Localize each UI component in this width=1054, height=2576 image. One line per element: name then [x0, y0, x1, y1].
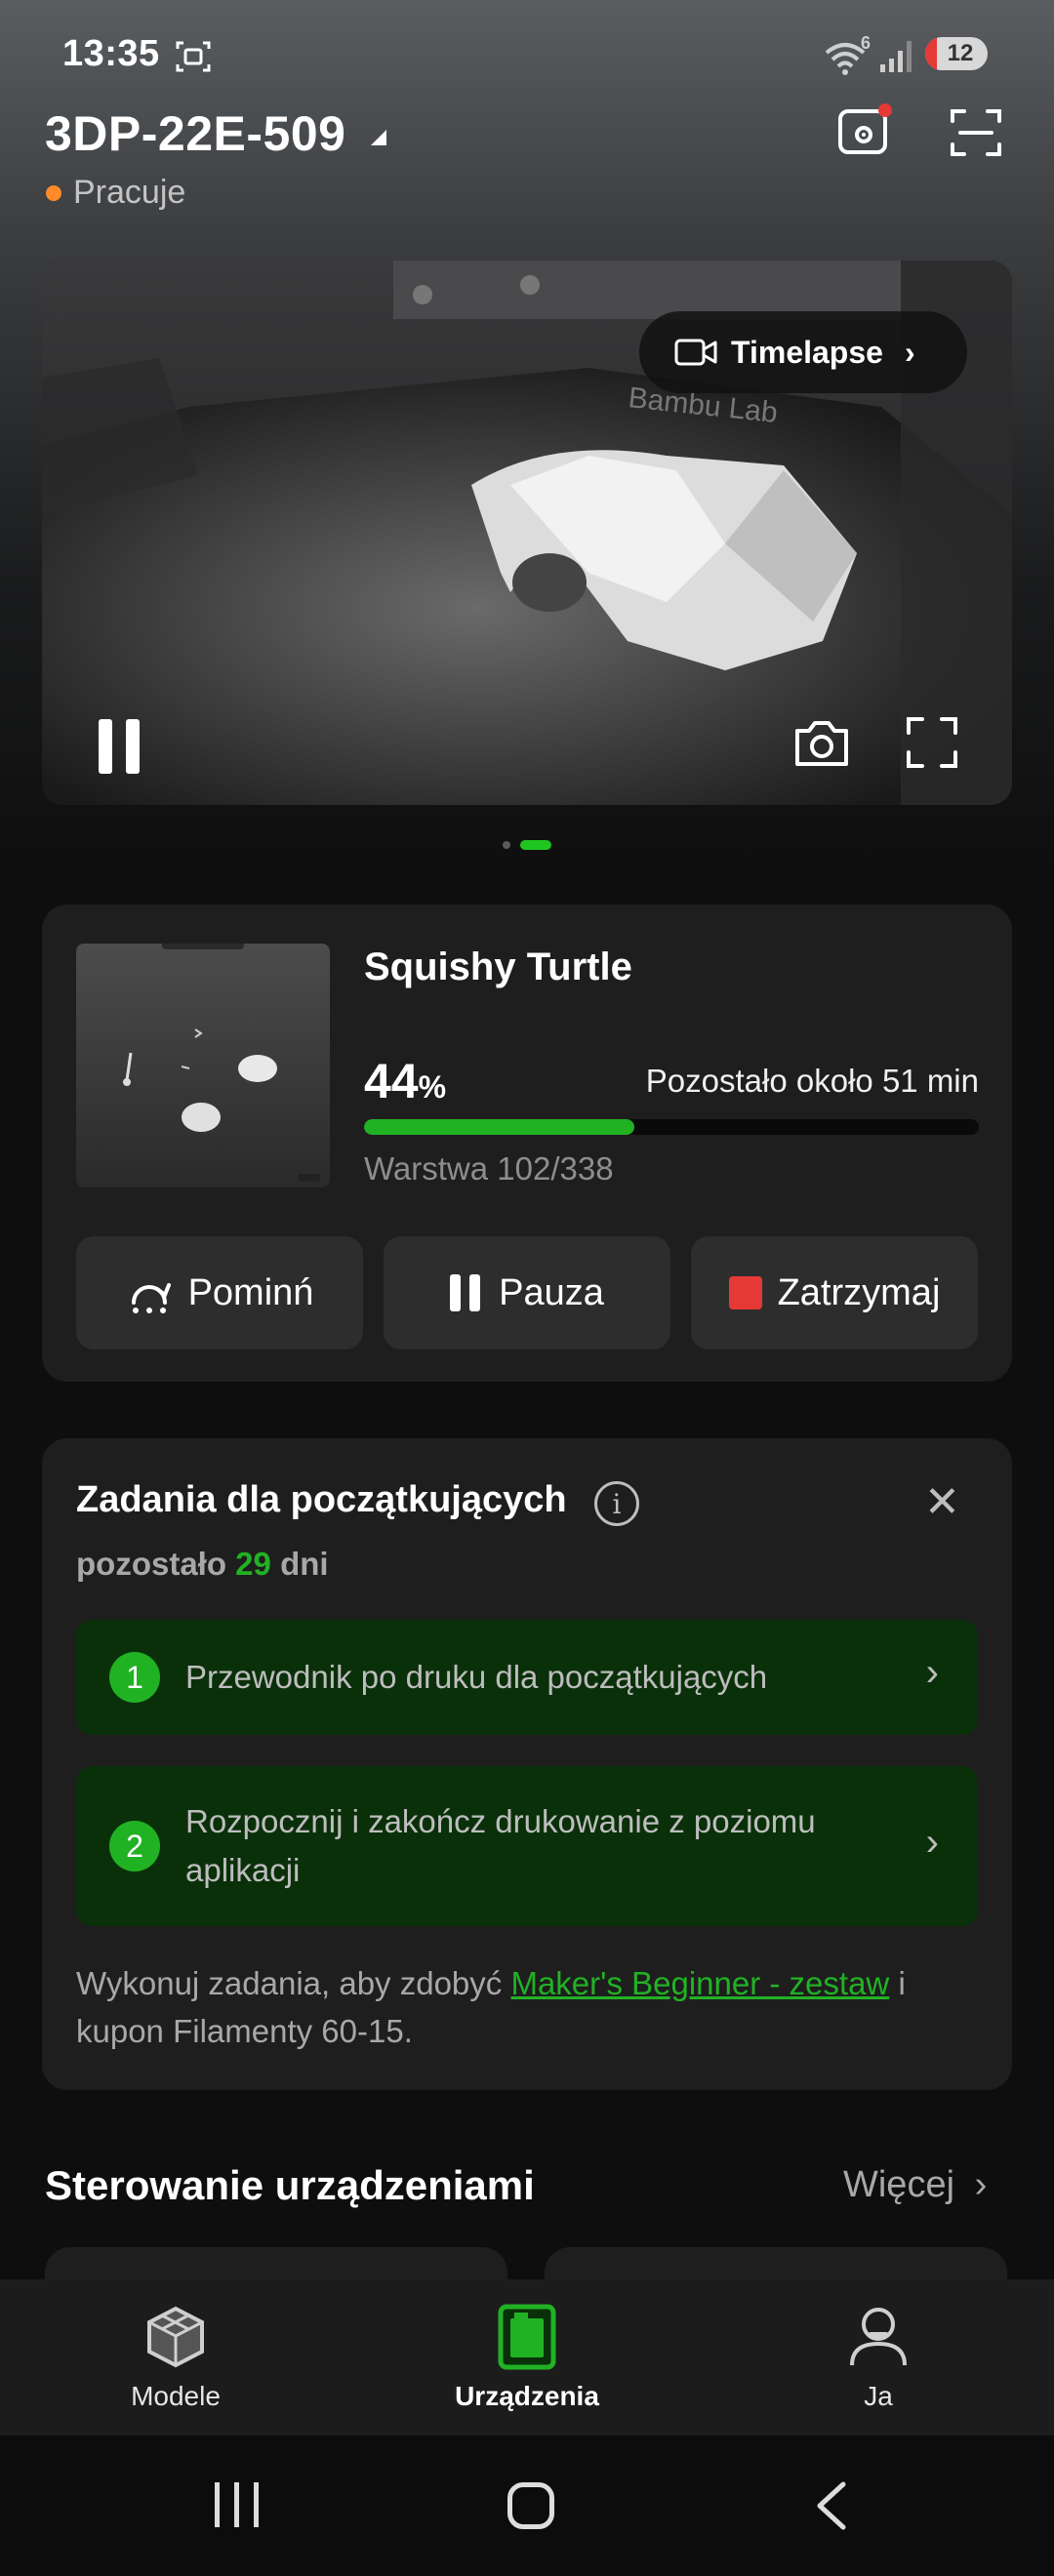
pause-label: Pauza [499, 1271, 604, 1313]
status-time: 13:35 [62, 33, 160, 74]
device-name-selector[interactable]: 3DP-22E-509 [45, 105, 345, 162]
screen-record-icon [174, 37, 213, 76]
remaining-days-count: 29 [235, 1546, 271, 1582]
signal-icon [878, 39, 913, 74]
camera-settings-icon[interactable] [834, 101, 893, 160]
status-dot [46, 185, 61, 201]
progress-unit: % [418, 1069, 447, 1105]
video-icon [674, 339, 717, 366]
task-item-1[interactable]: 1 Przewodnik po druku dla początkujących… [76, 1620, 978, 1735]
battery-level: 12 [947, 40, 974, 66]
task-label-line2: aplikacji [185, 1852, 301, 1888]
task-number: 2 [109, 1821, 160, 1872]
task-number: 1 [109, 1652, 160, 1703]
nav-item-devices[interactable]: Urządzenia [420, 2279, 634, 2435]
remaining-prefix: pozostało [76, 1546, 226, 1582]
device-status: Pracuje [73, 174, 186, 211]
task-label: Przewodnik po druku dla początkujących [185, 1659, 768, 1695]
scan-icon[interactable] [947, 103, 1005, 162]
reward-link[interactable]: Maker's Beginner - zestaw [510, 1965, 889, 2001]
progress-percent: 44% [364, 1053, 446, 1109]
chevron-right-icon: › [904, 334, 915, 370]
nav-label: Urządzenia [455, 2381, 599, 2411]
print-job-card: Squishy Turtle 44% Pozostało około 51 mi… [42, 905, 1012, 1382]
pager-dot[interactable] [503, 841, 510, 849]
tasks-title: Zadania dla początkujących [76, 1479, 567, 1520]
info-icon[interactable]: i [594, 1481, 639, 1526]
chevron-right-icon: › [925, 1821, 939, 1864]
nav-label: Modele [131, 2381, 221, 2411]
stop-icon [728, 1276, 762, 1309]
task-label: Rozpocznij i zakończ drukowanie z poziom… [185, 1797, 816, 1895]
skip-button[interactable]: Pominń [76, 1236, 363, 1349]
devices-icon [498, 2304, 556, 2370]
skip-label: Pominń [187, 1271, 314, 1313]
progress-bar-fill [364, 1119, 635, 1135]
more-link[interactable]: Więcej › [843, 2164, 987, 2206]
chevron-right-icon: › [925, 1651, 939, 1694]
timelapse-label: Timelapse [731, 334, 883, 370]
footer-suffix-1: i [898, 1965, 906, 2001]
pause-icon[interactable] [99, 719, 142, 774]
footer-suffix-2: kupon Filamenty 60-15. [76, 2013, 413, 2049]
models-icon [147, 2306, 204, 2368]
camera-view[interactable]: Bambu Lab Timelapse › [42, 261, 1012, 805]
system-navigation-bar [0, 2435, 1054, 2576]
task-label-line1: Rozpocznij i zakończ drukowanie z poziom… [185, 1803, 816, 1839]
more-label: Więcej [843, 2164, 955, 2205]
footer-prefix: Wykonuj zadania, aby zdobyć [76, 1965, 503, 2001]
nav-label: Ja [864, 2381, 893, 2411]
battery-icon: 12 [925, 37, 988, 70]
print-job-title: Squishy Turtle [364, 946, 632, 988]
home-icon[interactable] [507, 2482, 554, 2529]
profile-icon [850, 2308, 907, 2366]
timelapse-button[interactable]: Timelapse › [639, 311, 967, 393]
pause-button[interactable]: Pauza [384, 1236, 670, 1349]
nav-item-profile[interactable]: Ja [771, 2279, 986, 2435]
back-icon[interactable] [808, 2480, 857, 2531]
snapshot-icon[interactable] [791, 715, 852, 770]
stop-label: Zatrzymaj [777, 1271, 941, 1313]
progress-value: 44 [364, 1054, 419, 1108]
layer-counter: Warstwa 102/338 [364, 1150, 614, 1187]
skip-icon [131, 1283, 171, 1313]
progress-bar [364, 1119, 979, 1135]
stop-button[interactable]: Zatrzymaj [691, 1236, 978, 1349]
nav-item-models[interactable]: Modele [68, 2279, 283, 2435]
fullscreen-icon[interactable] [905, 715, 959, 770]
print-thumbnail [76, 944, 330, 1187]
device-control-title: Sterowanie urządzeniami [45, 2162, 535, 2208]
pause-small-icon [450, 1274, 483, 1311]
tasks-footer-text: Wykonuj zadania, aby zdobyć Maker's Begi… [76, 1959, 984, 2055]
beginner-tasks-card: Zadania dla początkujących i ✕ pozostało… [42, 1438, 1012, 2090]
remaining-suffix: dni [280, 1546, 329, 1582]
task-item-2[interactable]: 2 Rozpocznij i zakończ drukowanie z pozi… [76, 1766, 978, 1926]
chevron-right-icon: › [974, 2164, 988, 2205]
time-remaining: Pozostało około 51 min [645, 1063, 979, 1099]
network-type-label: 6 [861, 33, 872, 53]
close-icon[interactable]: ✕ [924, 1477, 960, 1527]
recent-apps-icon[interactable] [213, 2482, 262, 2529]
bottom-navigation: Modele Urządzenia Ja [0, 2279, 1054, 2435]
tasks-remaining-days: pozostało 29 dni [76, 1546, 329, 1583]
device-dropdown-icon[interactable] [371, 130, 386, 145]
pager-dot-active[interactable] [520, 840, 551, 850]
